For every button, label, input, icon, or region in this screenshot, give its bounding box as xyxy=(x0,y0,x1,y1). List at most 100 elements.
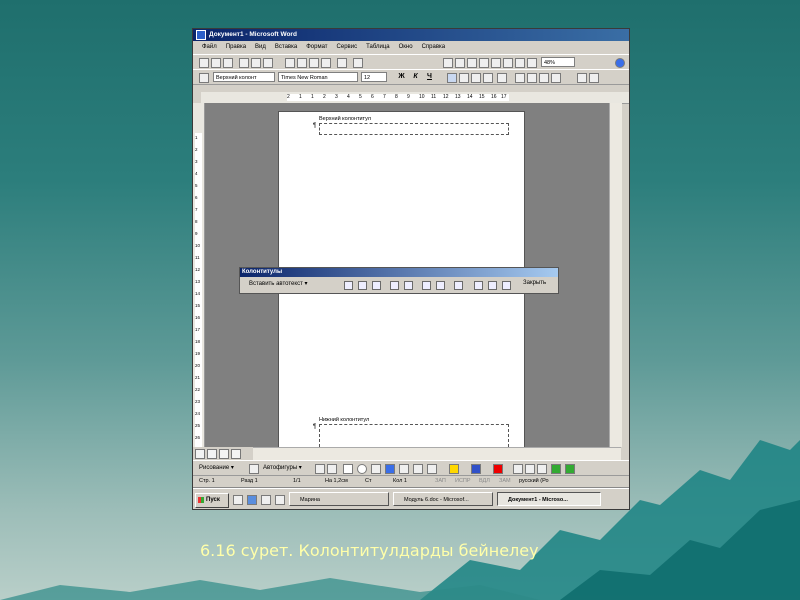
oval-icon[interactable] xyxy=(357,464,367,474)
columns-icon[interactable] xyxy=(491,58,501,68)
redo-icon[interactable] xyxy=(353,58,363,68)
switch-header-footer-icon[interactable] xyxy=(474,281,483,290)
styles-pane-icon[interactable] xyxy=(199,73,209,83)
copy-icon[interactable] xyxy=(297,58,307,68)
cut-icon[interactable] xyxy=(285,58,295,68)
quicklaunch-ie-icon[interactable] xyxy=(247,495,257,505)
select-objects-icon[interactable] xyxy=(249,464,259,474)
insert-table-icon[interactable] xyxy=(467,58,477,68)
status-trk[interactable]: ИСПР xyxy=(455,475,471,487)
menu-edit[interactable]: Правка xyxy=(226,41,246,53)
bold-button[interactable]: Ж xyxy=(396,72,407,82)
page-number-icon[interactable] xyxy=(344,281,353,290)
line-spacing-icon[interactable] xyxy=(497,73,507,83)
underline-button[interactable]: Ч xyxy=(424,72,435,82)
save-icon[interactable] xyxy=(223,58,233,68)
format-page-number-icon[interactable] xyxy=(372,281,381,290)
font-size-select[interactable]: 12 xyxy=(361,72,387,82)
quicklaunch-outlook-icon[interactable] xyxy=(261,495,271,505)
arrow-style-icon[interactable] xyxy=(537,464,547,474)
menu-window[interactable]: Окно xyxy=(399,41,413,53)
picture-icon[interactable] xyxy=(427,464,437,474)
print-icon[interactable] xyxy=(239,58,249,68)
show-next-icon[interactable] xyxy=(502,281,511,290)
clipart-icon[interactable] xyxy=(413,464,423,474)
menu-insert[interactable]: Вставка xyxy=(275,41,297,53)
italic-button[interactable]: К xyxy=(410,72,421,82)
normal-view-icon[interactable] xyxy=(195,449,205,459)
show-hide-icon[interactable] xyxy=(527,58,537,68)
spelling-icon[interactable] xyxy=(263,58,273,68)
font-select[interactable]: Times New Roman xyxy=(278,72,358,82)
task-module6[interactable]: Модуль 6.doc - Microsof... xyxy=(393,492,493,506)
draw-menu[interactable]: Рисование ▾ xyxy=(199,461,234,475)
paste-icon[interactable] xyxy=(309,58,319,68)
undo-icon[interactable] xyxy=(337,58,347,68)
format-painter-icon[interactable] xyxy=(321,58,331,68)
arrow-icon[interactable] xyxy=(327,464,337,474)
decrease-indent-icon[interactable] xyxy=(539,73,549,83)
3d-icon[interactable] xyxy=(565,464,575,474)
title-bar[interactable]: Документ1 - Microsoft Word xyxy=(193,29,629,41)
diagram-icon[interactable] xyxy=(399,464,409,474)
justify-icon[interactable] xyxy=(483,73,493,83)
horizontal-scrollbar[interactable] xyxy=(253,447,621,460)
rectangle-icon[interactable] xyxy=(343,464,353,474)
hyperlink-icon[interactable] xyxy=(443,58,453,68)
header-area[interactable] xyxy=(319,123,509,135)
page-count-icon[interactable] xyxy=(358,281,367,290)
line-style-icon[interactable] xyxy=(513,464,523,474)
show-previous-icon[interactable] xyxy=(488,281,497,290)
textbox-icon[interactable] xyxy=(371,464,381,474)
menu-format[interactable]: Формат xyxy=(306,41,327,53)
insert-date-icon[interactable] xyxy=(390,281,399,290)
numbering-icon[interactable] xyxy=(515,73,525,83)
start-button[interactable]: Пуск xyxy=(195,493,229,508)
task-document1[interactable]: Документ1 - Microso... xyxy=(497,492,601,506)
wordart-icon[interactable] xyxy=(385,464,395,474)
open-icon[interactable] xyxy=(211,58,221,68)
new-icon[interactable] xyxy=(199,58,209,68)
align-center-icon[interactable] xyxy=(459,73,469,83)
vertical-ruler[interactable]: 1 2 3 4 5 6 7 8 9 10 11 12 13 14 15 16 1… xyxy=(193,103,205,447)
insert-autotext-button[interactable]: Вставить автотекст ▾ xyxy=(249,280,308,287)
align-left-icon[interactable] xyxy=(447,73,457,83)
header-footer-toolbar[interactable]: Колонтитулы Вставить автотекст ▾ Закрыть xyxy=(239,267,559,294)
line-icon[interactable] xyxy=(315,464,325,474)
insert-time-icon[interactable] xyxy=(404,281,413,290)
shadow-icon[interactable] xyxy=(551,464,561,474)
menu-table[interactable]: Таблица xyxy=(366,41,390,53)
border-icon[interactable] xyxy=(577,73,587,83)
increase-indent-icon[interactable] xyxy=(551,73,561,83)
tables-icon[interactable] xyxy=(455,58,465,68)
font-color-icon[interactable] xyxy=(493,464,503,474)
help-icon[interactable] xyxy=(615,58,625,68)
print-view-icon[interactable] xyxy=(219,449,229,459)
preview-icon[interactable] xyxy=(251,58,261,68)
dash-style-icon[interactable] xyxy=(525,464,535,474)
bullets-icon[interactable] xyxy=(527,73,537,83)
docmap-icon[interactable] xyxy=(515,58,525,68)
menu-file[interactable]: Файл xyxy=(202,41,217,53)
line-color-icon[interactable] xyxy=(471,464,481,474)
vertical-scrollbar[interactable] xyxy=(609,103,622,447)
footer-area[interactable] xyxy=(319,424,509,447)
page-setup-icon[interactable] xyxy=(422,281,431,290)
style-select[interactable]: Верхний колонт xyxy=(213,72,275,82)
outline-view-icon[interactable] xyxy=(231,449,241,459)
show-hide-text-icon[interactable] xyxy=(436,281,445,290)
zoom-select[interactable]: 48% xyxy=(541,57,575,67)
close-hf-button[interactable]: Закрыть xyxy=(523,280,546,286)
autoshapes-menu[interactable]: Автофигуры ▾ xyxy=(263,461,302,475)
excel-icon[interactable] xyxy=(479,58,489,68)
menu-view[interactable]: Вид xyxy=(255,41,266,53)
menu-tools[interactable]: Сервис xyxy=(337,41,358,53)
align-right-icon[interactable] xyxy=(471,73,481,83)
drawing-icon[interactable] xyxy=(503,58,513,68)
fill-color-icon[interactable] xyxy=(449,464,459,474)
status-ovr[interactable]: ЗАМ xyxy=(499,475,511,487)
highlight-icon[interactable] xyxy=(589,73,599,83)
status-rec[interactable]: ЗАП xyxy=(435,475,446,487)
status-ext[interactable]: ВДЛ xyxy=(479,475,490,487)
quicklaunch-media-icon[interactable] xyxy=(275,495,285,505)
